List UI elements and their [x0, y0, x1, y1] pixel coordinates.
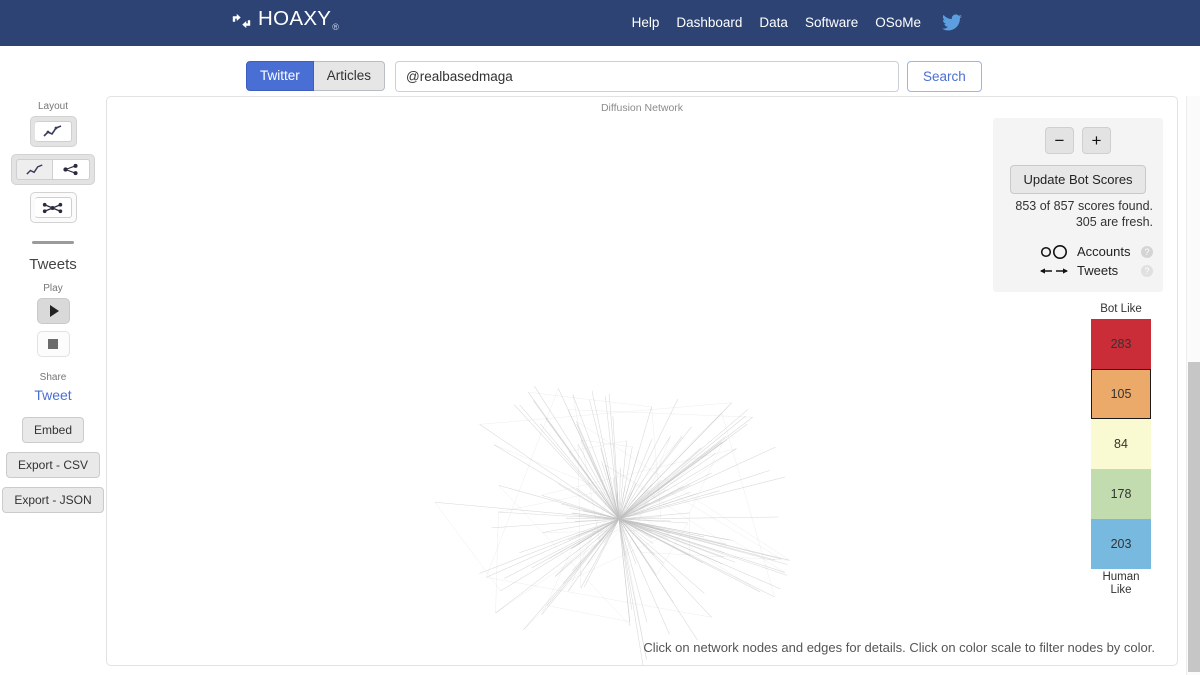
nav-link-data[interactable]: Data [759, 16, 788, 30]
layout-timeline-only-button[interactable] [29, 116, 77, 147]
score-found-line: 853 of 857 scores found. [1015, 199, 1153, 213]
zoom-controls: − + [1003, 127, 1153, 154]
twitter-bird-icon[interactable] [938, 14, 962, 31]
diffusion-network-card: Diffusion Network Click on network nodes… [106, 96, 1178, 666]
sidebar-divider [32, 241, 74, 244]
help-icon-accounts[interactable]: ? [1141, 245, 1153, 258]
legend-label-accounts: Accounts [1077, 244, 1131, 260]
update-bot-scores-button[interactable]: Update Bot Scores [1010, 165, 1146, 194]
play-icon [49, 305, 59, 317]
legend-label-tweets: Tweets [1077, 263, 1119, 279]
two-circles-icon [1037, 244, 1071, 259]
toggle-twitter[interactable]: Twitter [246, 61, 314, 91]
search-input[interactable] [395, 60, 900, 92]
share-label: Share [39, 372, 67, 383]
bot-score-color-scale: Bot Like 283 105 84 178 203 Human Like [1091, 303, 1151, 597]
nav-link-software[interactable]: Software [805, 16, 858, 30]
embed-button[interactable]: Embed [21, 417, 85, 443]
timeline-chart-icon [34, 121, 72, 142]
export-json-button[interactable]: Export - JSON [2, 487, 104, 513]
scale-bottom-label: Human Like [1102, 570, 1140, 596]
export-csv-button[interactable]: Export - CSV [5, 452, 101, 478]
tweets-section-title: Tweets [29, 256, 77, 273]
legend-row-tweets: Tweets ? [1003, 263, 1153, 278]
layout-label: Layout [37, 101, 69, 112]
graph-legend: Accounts ? Tweets ? [1003, 244, 1153, 278]
scale-top-label: Bot Like [1100, 303, 1142, 315]
nav-links: Help Dashboard Data Software OSoMe [632, 14, 962, 31]
canvas-hint: Click on network nodes and edges for det… [643, 640, 1155, 655]
brand-registered-mark: ® [332, 22, 340, 33]
bot-score-status: 853 of 857 scores found. 305 are fresh. [1003, 199, 1153, 230]
stop-button[interactable] [36, 331, 70, 357]
nav-link-osome[interactable]: OSoMe [875, 16, 921, 30]
search-button[interactable]: Search [907, 60, 982, 92]
source-toggle-group: Twitter Articles [246, 61, 386, 91]
toggle-articles[interactable]: Articles [313, 61, 386, 91]
graph-control-panel: − + Update Bot Scores 853 of 857 scores … [993, 118, 1163, 293]
color-scale-bands[interactable]: 283 105 84 178 203 [1091, 318, 1151, 569]
score-fresh-line: 305 are fresh. [1075, 214, 1153, 229]
zoom-out-button[interactable]: − [1045, 127, 1074, 154]
page-scrollbar[interactable] [1186, 96, 1200, 675]
nav-link-dashboard[interactable]: Dashboard [676, 16, 742, 30]
brand-text: HOAXY® [258, 7, 340, 33]
top-navbar: HOAXY® Help Dashboard Data Software OSoM… [0, 0, 1200, 46]
color-scale-band-human-high[interactable]: 178 [1091, 468, 1151, 519]
network-graph-icon [34, 197, 72, 218]
share-network-icon [53, 159, 90, 180]
color-scale-band-bot-high[interactable]: 105 [1091, 368, 1151, 419]
left-sidebar: Layout Tweets Play Share Tweet Embed Exp… [0, 96, 106, 675]
stop-icon [48, 339, 58, 349]
play-label: Play [43, 283, 63, 294]
layout-network-only-button[interactable] [29, 192, 77, 223]
two-arrows-icon [1037, 265, 1071, 277]
color-scale-band-human-most[interactable]: 203 [1091, 518, 1151, 569]
zoom-in-button[interactable]: + [1082, 127, 1111, 154]
tweet-share-link[interactable]: Tweet [34, 387, 71, 403]
search-bar: Twitter Articles Search [0, 46, 1200, 96]
page-body: Layout Tweets Play Share Tweet Embed Exp… [0, 96, 1200, 675]
color-scale-band-neutral[interactable]: 84 [1091, 418, 1151, 469]
legend-row-accounts: Accounts ? [1003, 244, 1153, 259]
play-button[interactable] [36, 298, 70, 324]
nav-link-help[interactable]: Help [632, 16, 660, 30]
scrollbar-thumb[interactable] [1188, 362, 1200, 672]
help-icon-tweets[interactable]: ? [1141, 264, 1153, 277]
brand-logo[interactable]: HOAXY® [232, 7, 340, 33]
retweet-icon [232, 13, 251, 29]
timeline-chart-icon [16, 159, 53, 180]
color-scale-band-bot-most[interactable]: 283 [1091, 318, 1151, 369]
layout-timeline-and-network-button[interactable] [11, 154, 95, 185]
